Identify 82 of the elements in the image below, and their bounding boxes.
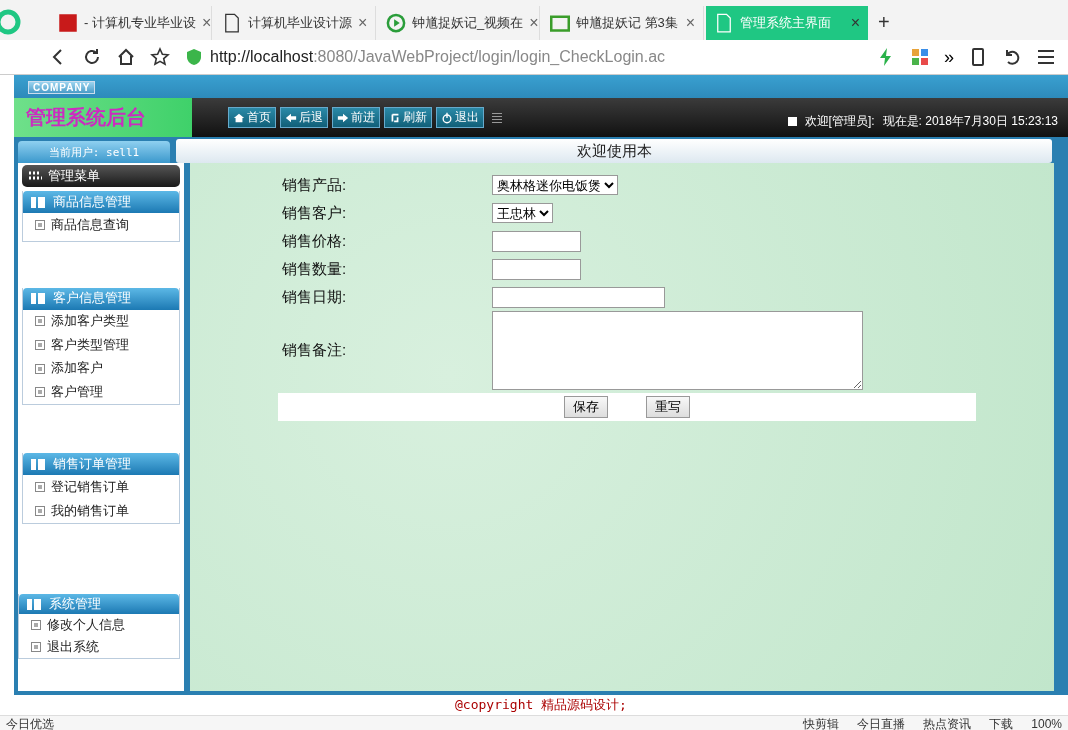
field-label: 销售价格: [282, 231, 348, 251]
square-bullet-icon [31, 620, 41, 631]
close-button[interactable]: × [529, 14, 539, 32]
menu-item[interactable]: 登记销售订单 [23, 475, 179, 499]
square-bullet-icon [35, 363, 45, 374]
menu-item[interactable]: 我的销售订单 [23, 499, 179, 523]
menu-item[interactable]: 退出系统 [19, 636, 179, 658]
input-field[interactable] [492, 286, 665, 308]
field-label: 销售备注: [282, 341, 348, 360]
star-icon[interactable] [150, 47, 170, 67]
panel-icon [31, 196, 45, 208]
menu-item[interactable]: 客户管理 [23, 380, 179, 404]
status-item[interactable]: 100% [1031, 717, 1062, 730]
form-button[interactable]: 重写 [646, 396, 690, 418]
page-icon [222, 13, 242, 33]
page-title: 欢迎使用本 [176, 139, 1052, 163]
tv-icon [550, 13, 570, 33]
status-item[interactable]: 今日直播 [857, 715, 906, 730]
menu-item[interactable]: 修改个人信息 [19, 614, 179, 637]
shield-icon [184, 47, 204, 67]
status-item[interactable]: 热点资讯 [923, 715, 972, 730]
input-field[interactable] [492, 258, 581, 280]
dropdown[interactable]: 王忠林 [492, 203, 553, 223]
square-bullet-icon [35, 220, 45, 230]
menu-header: 管理菜单 [22, 165, 180, 187]
grid-icon [28, 171, 42, 181]
dropdown[interactable]: 奥林格迷你电饭煲 [492, 175, 618, 195]
more-button[interactable]: » [944, 46, 954, 68]
browser-tab[interactable]: 管理系统主界面 × [706, 6, 868, 40]
home-icon [233, 111, 245, 124]
welcome-text: 欢迎[管理员]: [804, 113, 875, 130]
system-title: 管理系统后台 [14, 98, 192, 137]
page-icon [714, 13, 734, 33]
close-button[interactable]: × [850, 14, 860, 32]
square-bullet-icon [35, 482, 45, 492]
input-field[interactable] [492, 230, 581, 252]
square-icon [787, 117, 797, 126]
status-item[interactable]: 今日优选 [6, 715, 54, 730]
home-icon[interactable] [116, 47, 136, 67]
panel-icon [31, 458, 45, 470]
reload-icon[interactable] [82, 47, 102, 67]
menu-item[interactable]: 商品信息查询 [23, 213, 179, 237]
notes-field[interactable] [492, 311, 863, 390]
current-user-label: 当前用户: sell1 [18, 141, 170, 163]
refresh-icon [389, 111, 401, 124]
left-arrow-icon [285, 111, 297, 124]
square-bullet-icon [31, 642, 41, 652]
form-button[interactable]: 保存 [564, 396, 608, 418]
square-bullet-icon [35, 316, 45, 327]
menu-item[interactable]: 添加客户类型 [23, 309, 179, 334]
square-bullet-icon [35, 506, 45, 516]
field-label: 销售产品: [282, 175, 348, 195]
play-circle-icon [386, 13, 406, 33]
menu-item[interactable]: 添加客户 [23, 356, 179, 381]
close-button[interactable]: × [358, 14, 368, 32]
square-bullet-icon [35, 340, 45, 350]
datetime-text: 现在是: 2018年7月30日 15:23:13 [882, 113, 1058, 130]
copyright-text: @copyright 精品源码设计; [14, 695, 1068, 715]
menu-icon[interactable] [1036, 47, 1056, 67]
field-label: 销售客户: [282, 203, 348, 223]
new-tab-button[interactable]: + [870, 11, 898, 40]
power-icon [441, 111, 453, 124]
close-button[interactable]: × [685, 14, 695, 32]
menu-item[interactable]: 客户类型管理 [23, 333, 179, 357]
address-field[interactable]: http://localhost:8080/JavaWebProject/login/login_CheckLogin.ac [184, 47, 862, 67]
company-label: COMPANY [28, 81, 96, 94]
status-item[interactable]: 快剪辑 [803, 715, 840, 730]
panel-icon [31, 293, 45, 305]
status-item[interactable]: 下载 [989, 715, 1014, 730]
field-label: 销售数量: [282, 259, 348, 279]
field-label: 销售日期: [282, 287, 348, 307]
nav-button[interactable]: 刷新 [384, 107, 432, 128]
site-favicon-icon [58, 13, 78, 33]
apps-icon[interactable] [910, 47, 930, 67]
square-bullet-icon [35, 387, 45, 398]
close-button[interactable]: × [201, 14, 211, 32]
nav-button[interactable]: 首页 [228, 107, 276, 128]
right-arrow-icon [337, 111, 349, 124]
nav-button[interactable]: 后退 [280, 107, 328, 128]
nav-button[interactable]: 前进 [332, 107, 380, 128]
panel-icon [27, 598, 41, 610]
nav-button[interactable]: 退出 [436, 107, 484, 128]
